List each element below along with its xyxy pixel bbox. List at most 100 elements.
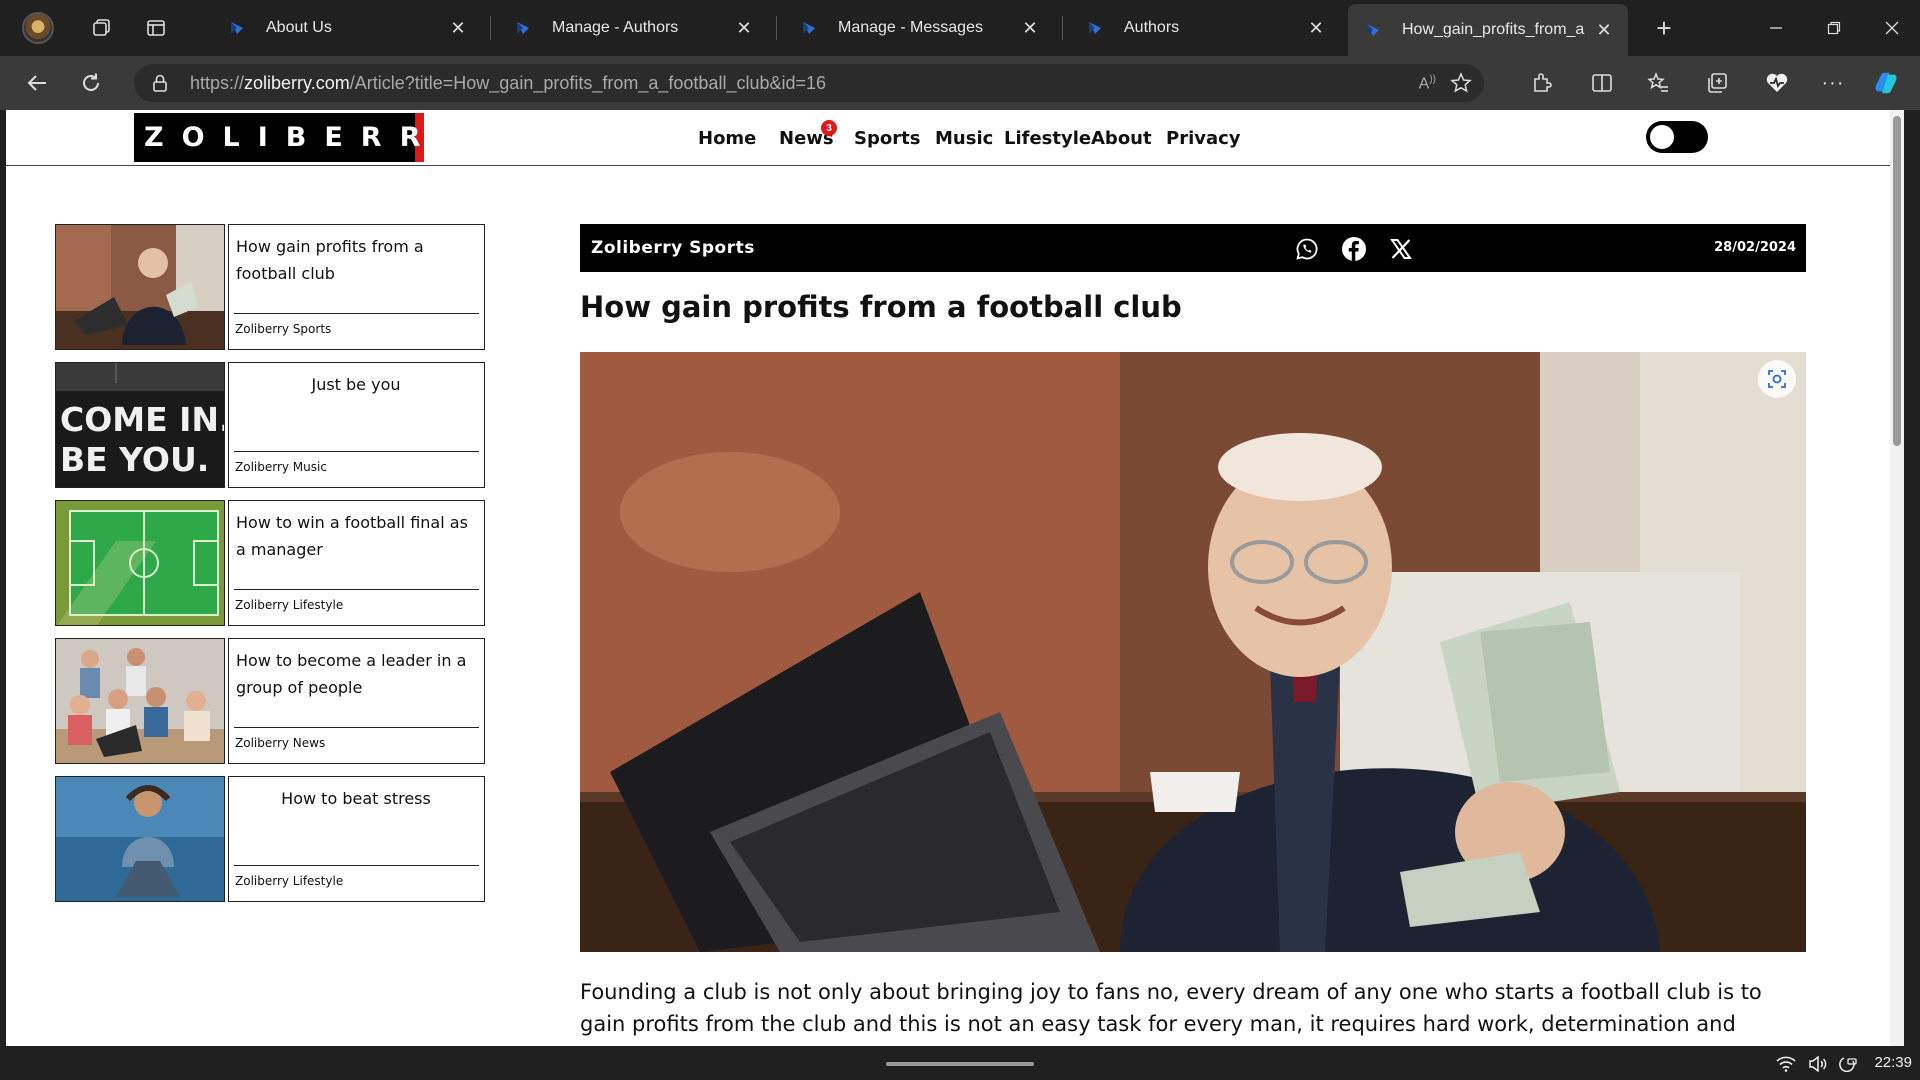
browser-essentials-icon[interactable] xyxy=(1764,70,1790,96)
tab-manage-messages[interactable]: Manage - Messages ✕ xyxy=(784,8,1054,48)
read-aloud-icon[interactable]: A)) xyxy=(1419,74,1436,93)
page-scrollbar[interactable] xyxy=(1890,110,1904,1046)
taskbar: 22:39 xyxy=(0,1046,1920,1080)
nav-news[interactable]: News 3 xyxy=(779,120,837,149)
theme-toggle[interactable] xyxy=(1646,121,1708,153)
scrollbar-thumb[interactable] xyxy=(1893,116,1901,446)
close-tab-icon[interactable]: ✕ xyxy=(1308,18,1324,38)
article-thumbnail[interactable] xyxy=(55,224,225,350)
related-article-card[interactable]: How gain profits from a football club Zo… xyxy=(55,224,485,350)
article-thumbnail[interactable] xyxy=(55,776,225,902)
nav-home[interactable]: Home xyxy=(698,128,756,149)
visual-search-icon[interactable] xyxy=(1758,360,1796,398)
close-tab-icon[interactable]: ✕ xyxy=(450,18,466,38)
browser-toolbar: https://zoliberry.com/Article?title=How_… xyxy=(0,56,1920,110)
article-card-category: Zoliberry News xyxy=(235,736,326,750)
tab-manage-authors[interactable]: Manage - Authors ✕ xyxy=(498,8,768,48)
close-tab-icon[interactable]: ✕ xyxy=(736,18,752,38)
related-article-card[interactable]: How to beat stress Zoliberry Lifestyle xyxy=(55,776,485,902)
article-card-info: How to win a football final as a manager… xyxy=(228,500,485,626)
article-card-info: How gain profits from a football club Zo… xyxy=(228,224,485,350)
refresh-icon[interactable] xyxy=(78,70,104,96)
nav-about[interactable]: About xyxy=(1091,128,1152,149)
tab-authors[interactable]: Authors ✕ xyxy=(1070,8,1340,48)
divider xyxy=(234,727,479,728)
tab-about-us[interactable]: About Us ✕ xyxy=(212,8,482,48)
divider xyxy=(234,313,479,314)
workspaces-icon[interactable] xyxy=(90,16,114,40)
related-article-card[interactable]: How to become a leader in a group of peo… xyxy=(55,638,485,764)
article-card-title[interactable]: How to become a leader in a group of peo… xyxy=(236,647,476,701)
restore-button[interactable] xyxy=(1814,12,1854,44)
site-favicon-icon xyxy=(800,19,818,37)
url-text: https://zoliberry.com/Article?title=How_… xyxy=(190,72,827,93)
article-meta-bar: Zoliberry Sports 28/02/2024 xyxy=(580,224,1806,272)
more-options-icon[interactable]: ··· xyxy=(1820,70,1846,96)
toggle-knob xyxy=(1650,125,1674,149)
nav-lifestyle[interactable]: Lifestyle xyxy=(1004,128,1091,149)
site-favicon-icon xyxy=(1364,21,1382,39)
taskbar-handle[interactable] xyxy=(886,1062,1034,1066)
article-date: 28/02/2024 xyxy=(1714,240,1796,255)
site-logo[interactable]: ZOLIBERRY xyxy=(134,113,456,162)
copilot-icon[interactable] xyxy=(1873,70,1899,96)
address-bar[interactable]: https://zoliberry.com/Article?title=How_… xyxy=(134,64,1484,102)
article-card-info: How to become a leader in a group of peo… xyxy=(228,638,485,764)
article-card-title[interactable]: How gain profits from a football club xyxy=(236,233,476,287)
x-icon[interactable] xyxy=(1388,236,1414,262)
article-card-category: Zoliberry Sports xyxy=(235,322,332,336)
extensions-icon[interactable] xyxy=(1529,70,1555,96)
divider xyxy=(234,865,479,866)
battery-icon[interactable] xyxy=(1838,1055,1858,1073)
facebook-icon[interactable] xyxy=(1341,236,1367,262)
page-viewport: ZOLIBERRY Home News 3 Sports Music Lifest… xyxy=(6,110,1904,1046)
tab-article-active[interactable]: How_gain_profits_from_a ✕ xyxy=(1348,4,1628,56)
article-card-info: How to beat stress Zoliberry Lifestyle xyxy=(228,776,485,902)
split-screen-icon[interactable] xyxy=(1589,70,1615,96)
article-thumbnail[interactable]: COME IN. BE YOU. xyxy=(55,362,225,488)
svg-text:COME IN.: COME IN. xyxy=(60,400,225,439)
back-arrow-icon[interactable] xyxy=(24,70,50,96)
article-card-info: Just be you Zoliberry Music xyxy=(228,362,485,488)
tab-label: About Us xyxy=(266,19,332,36)
article-card-title[interactable]: Just be you xyxy=(236,371,476,398)
svg-text:BE YOU.: BE YOU. xyxy=(60,440,209,479)
close-window-button[interactable] xyxy=(1872,12,1912,44)
site-favicon-icon xyxy=(228,19,246,37)
related-article-card[interactable]: COME IN. BE YOU. Just be you Zoliberry M… xyxy=(55,362,485,488)
nav-privacy[interactable]: Privacy xyxy=(1166,128,1241,149)
lock-icon[interactable] xyxy=(152,74,168,97)
close-tab-icon[interactable]: ✕ xyxy=(1596,20,1612,40)
volume-icon[interactable] xyxy=(1808,1055,1828,1073)
article-card-title[interactable]: How to win a football final as a manager xyxy=(236,509,476,563)
article-thumbnail[interactable] xyxy=(55,500,225,626)
new-tab-button[interactable]: + xyxy=(1648,12,1680,44)
divider xyxy=(234,589,479,590)
article-hero-image[interactable] xyxy=(580,352,1806,952)
site-favicon-icon xyxy=(514,19,532,37)
minimize-button[interactable] xyxy=(1756,12,1796,44)
system-clock[interactable]: 22:39 xyxy=(1874,1054,1912,1071)
profile-avatar[interactable] xyxy=(22,12,54,44)
article-thumbnail[interactable] xyxy=(55,638,225,764)
tab-actions-icon[interactable] xyxy=(144,16,168,40)
notification-badge: 3 xyxy=(821,120,837,136)
whatsapp-icon[interactable] xyxy=(1294,236,1320,262)
favorite-star-icon[interactable] xyxy=(1450,72,1472,99)
related-article-card[interactable]: How to win a football final as a manager… xyxy=(55,500,485,626)
collections-icon[interactable] xyxy=(1704,70,1730,96)
article-card-title[interactable]: How to beat stress xyxy=(236,785,476,812)
nav-music[interactable]: Music xyxy=(935,128,993,149)
site-header: ZOLIBERRY Home News 3 Sports Music Lifest… xyxy=(6,110,1904,166)
article-category: Zoliberry Sports xyxy=(591,238,755,258)
close-tab-icon[interactable]: ✕ xyxy=(1022,18,1038,38)
article-card-category: Zoliberry Lifestyle xyxy=(235,874,344,888)
divider xyxy=(234,451,479,452)
site-favicon-icon xyxy=(1086,19,1104,37)
favorites-icon[interactable] xyxy=(1645,70,1671,96)
tab-label: How_gain_profits_from_a xyxy=(1402,21,1585,38)
nav-sports[interactable]: Sports xyxy=(854,128,920,149)
browser-tabbar: About Us ✕ Manage - Authors ✕ Manage - M… xyxy=(0,0,1920,56)
tab-label: Manage - Messages xyxy=(838,19,983,36)
wifi-icon[interactable] xyxy=(1776,1055,1796,1073)
